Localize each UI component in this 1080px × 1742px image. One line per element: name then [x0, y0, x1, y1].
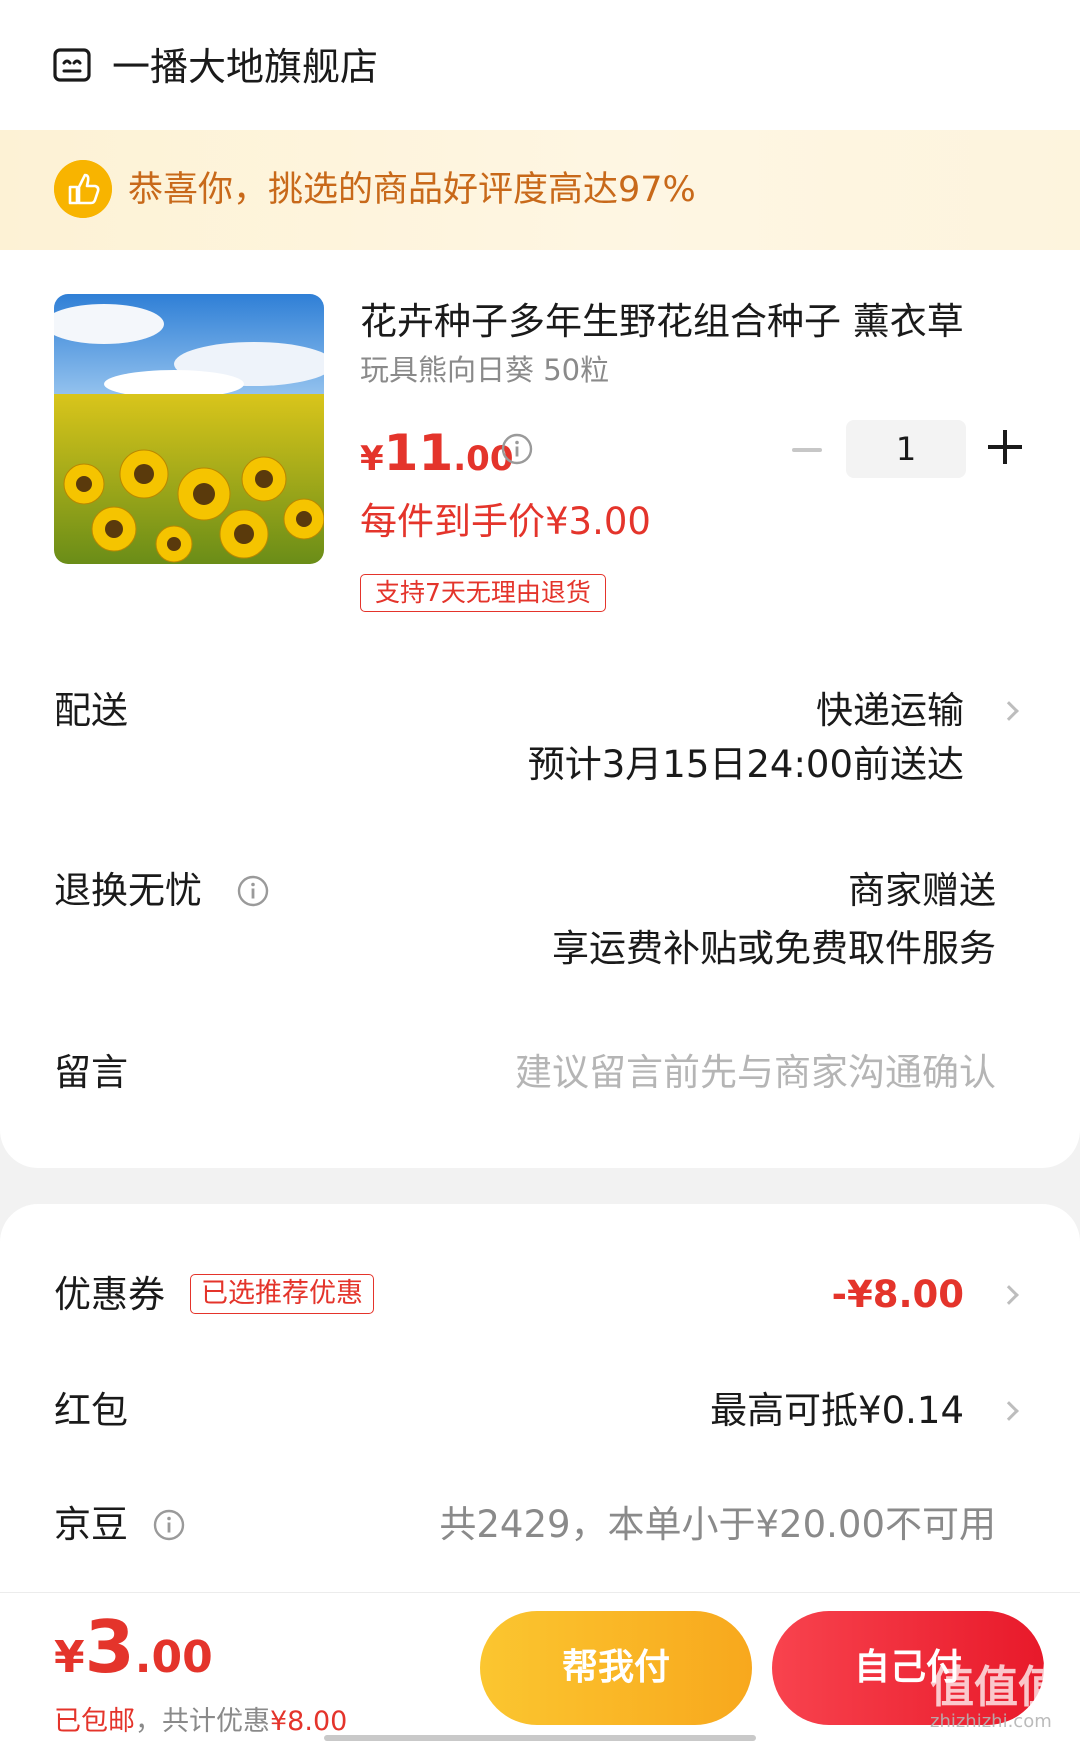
product-title[interactable]: 花卉种子多年生野花组合种子 薰衣草	[360, 300, 1000, 344]
coupon-tag: 已选推荐优惠	[190, 1274, 374, 1314]
delivery-eta: 预计3月15日24:00前送达	[527, 743, 964, 786]
red-packet-value[interactable]: 最高可抵¥0.14	[710, 1388, 964, 1434]
product-image[interactable]	[54, 294, 324, 564]
praise-text: 恭喜你，挑选的商品好评度高达97%	[128, 170, 696, 210]
total-price: ¥3.00	[54, 1605, 213, 1689]
jd-beans-info-icon[interactable]	[152, 1508, 186, 1542]
jd-beans-label: 京豆	[54, 1503, 128, 1546]
product-spec[interactable]: 玩具熊向日葵 50粒	[360, 352, 609, 388]
praise-banner: 恭喜你，挑选的商品好评度高达97%	[0, 130, 1080, 250]
total-currency: ¥	[54, 1632, 85, 1683]
home-indicator[interactable]	[324, 1735, 756, 1741]
coupon-amount[interactable]: -¥8.00	[832, 1272, 964, 1318]
returns-value: 商家赠送	[848, 869, 996, 912]
watermark-logo: 值值值	[930, 1662, 1062, 1713]
price-info-icon[interactable]	[500, 432, 534, 466]
watermark-url: zhizhizhi.com	[930, 1711, 1052, 1732]
message-input[interactable]: 建议留言前先与商家沟通确认	[515, 1050, 996, 1096]
help-pay-button[interactable]: 帮我付	[480, 1611, 752, 1725]
delivery-chevron-icon[interactable]	[999, 701, 1019, 721]
total-note: 已包邮，共计优惠¥8.00	[54, 1705, 347, 1739]
returns-info-icon[interactable]	[236, 874, 270, 908]
price-currency: ¥	[360, 439, 384, 479]
net-price: 每件到手价¥3.00	[360, 500, 651, 543]
coupon-label: 优惠券	[54, 1273, 165, 1316]
red-packet-label: 红包	[54, 1389, 128, 1432]
delivery-method[interactable]: 快递运输	[816, 688, 964, 734]
total-integer: 3	[84, 1605, 135, 1689]
store-header[interactable]: 一播大地旗舰店	[0, 0, 1080, 130]
delivery-label: 配送	[54, 689, 128, 732]
price-integer: 11	[383, 424, 454, 482]
quantity-input[interactable]: 1	[846, 420, 966, 478]
sunflower-field-image	[54, 294, 324, 564]
total-discount-amount: ¥8.00	[270, 1706, 348, 1737]
message-label: 留言	[54, 1051, 128, 1094]
returns-desc: 享运费补贴或免费取件服务	[552, 927, 996, 970]
order-card: 一播大地旗舰店 恭喜你，挑选的商品好评度高达97% 花卉种子多年生野花组合种子 …	[0, 0, 1080, 1168]
jd-beans-value: 共2429，本单小于¥20.00不可用	[439, 1503, 996, 1546]
product-price: ¥11.00	[360, 424, 514, 482]
returns-label: 退换无忧	[54, 869, 202, 912]
store-icon	[53, 48, 91, 82]
quantity-increase-button[interactable]	[988, 430, 1022, 464]
return-policy-tag: 支持7天无理由退货	[360, 574, 606, 612]
total-discount-label: ，共计优惠	[135, 1706, 270, 1737]
total-decimal: .00	[134, 1632, 213, 1683]
quantity-decrease-button[interactable]	[792, 448, 822, 452]
thumbs-up-icon	[54, 160, 112, 218]
checkout-bar: ¥3.00 已包邮，共计优惠¥8.00 帮我付 自己付 值值值 zhizhizh…	[0, 1592, 1080, 1742]
free-shipping-text: 已包邮	[54, 1706, 135, 1737]
store-name: 一播大地旗舰店	[112, 45, 379, 89]
